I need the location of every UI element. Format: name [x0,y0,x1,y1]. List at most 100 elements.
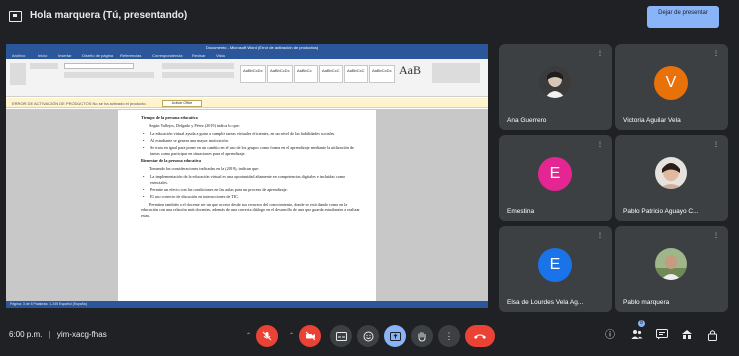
participant-avatar: E [538,157,572,191]
font-format-icons[interactable] [64,72,154,78]
participant-tile[interactable]: E ⋮ Elsa de Lourdes Vela Ag... [499,226,612,312]
doc-bullet: El uso correcto de discusión en interacc… [141,194,361,200]
participant-photo [539,66,571,98]
present-now-button[interactable] [384,325,406,347]
font-selector[interactable] [64,63,134,69]
leave-call-button[interactable] [465,325,495,347]
paragraph-icons[interactable] [162,63,234,69]
more-options-icon[interactable]: ⋮ [596,232,604,240]
activities-icon[interactable] [680,329,694,343]
participant-name: Victoria Aguilar Vela [623,117,681,124]
present-screen-icon [9,11,22,22]
style-heading1[interactable]: AaBbCc [294,65,318,83]
info-icon[interactable]: ⓘ [603,329,617,343]
participant-tile[interactable]: E ⋮ Emestina [499,135,612,221]
meeting-time: 6:00 p.m. [9,330,43,339]
style-heading2[interactable]: AaBbCcC [319,65,343,83]
microphone-toggle-button[interactable] [256,325,278,347]
participant-tile[interactable]: V ⋮ Victoria Aguilar Vela [615,44,728,130]
style-no-spacing[interactable]: AaBbCcDc [267,65,293,83]
captions-button[interactable] [330,325,352,347]
hang-up-icon [474,334,486,339]
audio-settings-chevron-icon[interactable]: ⌃ [246,332,251,339]
more-options-icon[interactable]: ⋮ [712,232,720,240]
participant-avatar: V [654,66,688,100]
presentation-title: Hola marquera (Tú, presentando) [30,10,188,21]
word-ribbon: AaBbCcDc AaBbCcDc AaBbCc AaBbCcC AaBbCcC… [6,59,488,97]
meeting-separator: | [48,330,51,339]
meeting-controls-bar: 6:00 p.m. | yim-xacg-fhas ⌃ ⌃ ⋮ ⓘ 8 [0,316,739,356]
doc-bullet: La implementación de la educación virtua… [141,174,361,186]
more-options-button[interactable]: ⋮ [438,325,460,347]
style-subtitle[interactable]: AaBbCcDc [369,65,395,83]
word-status-text: Página: 3 de 5 Palabras: 1.245 Español (… [10,302,87,306]
participant-tile[interactable]: ⋮ Pablo Patricio Aguayo C... [615,135,728,221]
paste-icon[interactable] [10,63,26,85]
word-tab[interactable]: Correspondencia [152,53,182,58]
participant-tile[interactable]: ⋮ Ana Guerrero [499,44,612,130]
cut-copy-icon[interactable] [30,63,58,69]
alignment-icons[interactable] [162,72,234,78]
word-tab[interactable]: Referencias [120,53,141,58]
word-status-bar: Página: 3 de 5 Palabras: 1.245 Español (… [6,301,488,308]
shared-screen: Documento - Microsoft Word (Error de act… [6,44,488,308]
word-tab[interactable]: Revisar [192,53,206,58]
more-options-icon[interactable]: ⋮ [712,50,720,58]
word-tab[interactable]: Inicio [38,53,47,58]
word-title-bar: Documento - Microsoft Word (Error de act… [6,44,488,52]
captions-icon [335,331,347,341]
word-tab[interactable]: Insertar [58,53,72,58]
people-icon[interactable] [630,329,644,343]
word-title-text: Documento - Microsoft Word (Error de act… [206,45,319,50]
word-tab[interactable]: Vista [216,53,225,58]
doc-heading: Bienestar de la persona educativa [141,158,201,164]
participant-name: Pablo marquera [623,299,670,306]
participant-avatar: E [538,248,572,282]
document-body[interactable]: Tiempo de la persona educativa Según Val… [141,114,361,221]
doc-bullet: Al estudiante se genera una mayor motiva… [141,138,361,144]
emoji-icon [363,331,373,341]
participant-photo [655,157,687,189]
participant-name: Emestina [507,208,535,215]
emoji-reactions-button[interactable] [357,325,379,347]
host-controls-icon[interactable] [705,329,719,343]
more-options-icon[interactable]: ⋮ [596,50,604,58]
presenting-bar: Hola marquera (Tú, presentando) Dejar de… [0,0,739,34]
style-title[interactable]: AaBbCcC [344,65,368,83]
more-options-icon[interactable]: ⋮ [712,141,720,149]
camera-toggle-button[interactable] [299,325,321,347]
participant-photo [655,248,687,280]
editing-group[interactable] [432,63,480,83]
stop-presenting-button[interactable]: Dejar de presentar [647,6,719,28]
word-tab[interactable]: Diseño de página [82,53,113,58]
present-screen-icon [389,331,401,341]
meeting-info: 6:00 p.m. | yim-xacg-fhas [9,330,107,339]
activation-warning-bar: ERROR DE ACTIVACIÓN DE PRODUCTOS No se h… [6,98,488,108]
word-tab[interactable]: Archivo [12,53,25,58]
more-vert-icon: ⋮ [444,330,454,341]
doc-bullet: Se trata en igual para poner en un cambi… [141,145,361,157]
raise-hand-button[interactable] [411,325,433,347]
chat-icon[interactable] [655,329,669,343]
participant-name: Elsa de Lourdes Vela Ag... [507,299,584,306]
people-count-badge: 8 [638,320,645,327]
activate-office-button[interactable]: Activar Office [162,99,202,107]
mic-off-icon [262,331,272,341]
change-styles-button[interactable]: AaB [399,63,421,78]
participant-name: Ana Guerrero [507,117,547,124]
meeting-code: yim-xacg-fhas [56,330,107,339]
doc-paragraph: Según Vallejos, Delgado y Pérez (2019) i… [149,122,240,128]
participant-name: Pablo Patricio Aguayo C... [623,208,699,215]
word-ribbon-tabs: Archivo Inicio Insertar Diseño de página… [6,52,488,59]
activation-warning-text: ERROR DE ACTIVACIÓN DE PRODUCTOS No se h… [12,101,147,106]
doc-bullet: Permite un efecto con las condiciones en… [141,187,361,193]
doc-heading: Tiempo de la persona educativa [141,115,198,120]
more-options-icon[interactable]: ⋮ [596,141,604,149]
camera-off-icon [305,331,315,341]
video-settings-chevron-icon[interactable]: ⌃ [289,332,294,339]
style-normal[interactable]: AaBbCcDc [240,65,266,83]
doc-bullet: La educación virtual ayuda a guiar a cum… [141,131,361,137]
hand-icon [418,331,426,342]
participant-tile[interactable]: ⋮ Pablo marquera [615,226,728,312]
doc-paragraph: Tomando las consideraciones indicadas en… [149,166,260,172]
